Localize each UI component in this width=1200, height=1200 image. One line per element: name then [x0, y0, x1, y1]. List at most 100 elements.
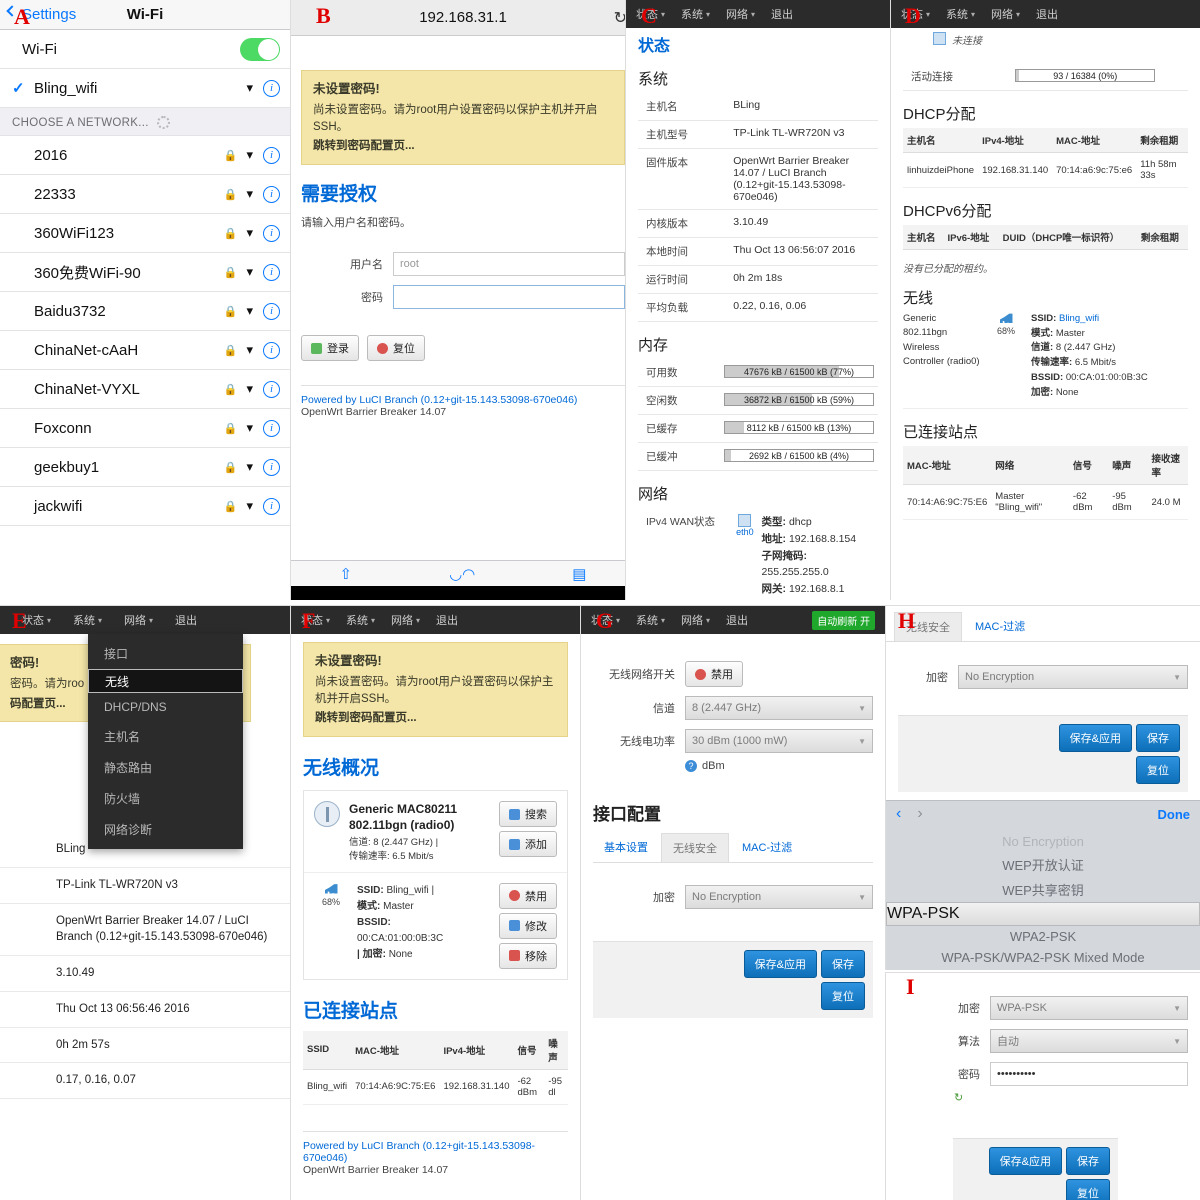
iface-action-禁用[interactable]: 禁用 [499, 882, 557, 909]
picker-option[interactable]: WPA2-PSK [886, 926, 1200, 947]
menu-item-1[interactable]: 系统 ▾ [681, 6, 710, 22]
picker-option[interactable]: WEP开放认证 [886, 852, 1200, 877]
info-icon[interactable]: i [263, 419, 280, 437]
luci-footer-link[interactable]: Powered by LuCI Branch (0.12+git-15.143.… [301, 394, 625, 406]
info-icon[interactable]: i [263, 146, 280, 164]
config-select[interactable]: 8 (2.447 GHz) ▼ [685, 696, 873, 720]
password-input[interactable]: •••••••••• [990, 1062, 1188, 1086]
save-apply-button[interactable]: 保存&应用 [743, 950, 817, 978]
tab-基本设置[interactable]: 基本设置 [593, 833, 659, 862]
encryption-select[interactable]: No Encryption ▼ [958, 665, 1188, 689]
config-select[interactable]: 30 dBm (1000 mW) ▼ [685, 729, 873, 753]
menu-item-1[interactable]: 系统 ▾ [636, 612, 665, 628]
dropdown-item[interactable]: 静态路由 [88, 752, 243, 783]
menu-item-2[interactable]: 网络 ▾ [991, 6, 1020, 22]
picker-option[interactable]: WPA-EAP [886, 968, 1200, 970]
tab-MAC-过滤[interactable]: MAC-过滤 [731, 833, 803, 862]
dropdown-item[interactable]: 无线 [88, 669, 243, 693]
list-item[interactable]: 360免费WiFi-90 🔒 ▾ i [0, 253, 290, 292]
info-icon[interactable]: i [263, 380, 280, 398]
iface-action-移除[interactable]: 移除 [499, 942, 557, 969]
help-icon[interactable]: ? [685, 760, 697, 772]
reset-button[interactable]: 复位 [1136, 756, 1180, 784]
info-icon[interactable]: i [263, 302, 280, 320]
refresh-icon[interactable]: ↻ [954, 1091, 1188, 1104]
picker-option[interactable]: No Encryption [886, 831, 1200, 852]
composite-screenshot: Settings Wi-Fi Wi-Fi ✓ Bling_wifi ▾ i CH… [0, 0, 1200, 1200]
menu-item-2[interactable]: 网络 ▾ [124, 612, 153, 628]
config-select[interactable]: WPA-PSK ▼ [990, 996, 1188, 1020]
list-item[interactable]: 2016 🔒 ▾ i [0, 136, 290, 175]
disable-wifi-button[interactable]: 禁用 [685, 661, 743, 687]
radio-action-添加[interactable]: 添加 [499, 831, 557, 858]
list-item[interactable]: Baidu3732 🔒 ▾ i [0, 292, 290, 331]
save-button[interactable]: 保存 [821, 950, 865, 978]
safari-address-bar[interactable]: 192.168.31.1 ↻ [291, 0, 635, 36]
info-icon[interactable]: i [263, 79, 280, 97]
picker-option[interactable]: WEP共享密钥 [886, 877, 1200, 902]
picker-next-icon[interactable]: › [917, 805, 922, 823]
info-icon[interactable]: i [263, 185, 280, 203]
tab-MAC-过滤[interactable]: MAC-过滤 [964, 612, 1036, 641]
picker-option[interactable]: WPA-PSK/WPA2-PSK Mixed Mode [886, 947, 1200, 968]
save-apply-button[interactable]: 保存&应用 [1058, 724, 1132, 752]
dropdown-item[interactable]: 网络诊断 [88, 814, 243, 845]
list-item[interactable]: ChinaNet-VYXL 🔒 ▾ i [0, 370, 290, 409]
password-config-link[interactable]: 跳转到密码配置页... [313, 138, 613, 155]
list-item[interactable]: 22333 🔒 ▾ i [0, 175, 290, 214]
menu-item-3[interactable]: 退出 [175, 612, 197, 628]
menu-item-2[interactable]: 网络 ▾ [681, 612, 710, 628]
menu-item-2[interactable]: 网络 ▾ [391, 612, 420, 628]
menu-item-1[interactable]: 系统 ▾ [346, 612, 375, 628]
marker-i: I [906, 974, 915, 999]
encryption-select[interactable]: No Encryption ▼ [685, 885, 873, 909]
save-button[interactable]: 保存 [1136, 724, 1180, 752]
dropdown-item[interactable]: 接口 [88, 638, 243, 669]
menu-item-1[interactable]: 系统 ▾ [73, 612, 102, 628]
list-item[interactable]: Foxconn 🔒 ▾ i [0, 409, 290, 448]
reset-button[interactable]: 复位 [367, 335, 425, 362]
radio-action-搜索[interactable]: 搜索 [499, 801, 557, 828]
dropdown-item[interactable]: DHCP/DNS [88, 693, 243, 721]
list-item[interactable]: ChinaNet-cAaH 🔒 ▾ i [0, 331, 290, 370]
encryption-picker-wheel[interactable]: No Encryption WEP开放认证 WEP共享密钥 WPA-PSK WPA2-P… [886, 827, 1200, 970]
tab-无线安全[interactable]: 无线安全 [661, 833, 729, 862]
list-item[interactable]: jackwifi 🔒 ▾ i [0, 487, 290, 526]
info-icon[interactable]: i [263, 224, 280, 242]
reset-button[interactable]: 复位 [1066, 1179, 1110, 1200]
menu-item-3[interactable]: 退出 [771, 6, 793, 22]
info-icon[interactable]: i [263, 497, 280, 515]
dropdown-item[interactable]: 防火墙 [88, 783, 243, 814]
luci-footer-link[interactable]: Powered by LuCI Branch (0.12+git-15.143.… [303, 1140, 568, 1164]
iface-action-修改[interactable]: 修改 [499, 912, 557, 939]
auto-refresh-button[interactable]: 自动刷新 开 [812, 610, 875, 630]
info-icon[interactable]: i [263, 263, 280, 281]
menu-item-2[interactable]: 网络 ▾ [726, 6, 755, 22]
save-apply-button[interactable]: 保存&应用 [988, 1147, 1062, 1175]
login-button[interactable]: 登录 [301, 335, 359, 362]
config-select[interactable]: 自动 ▼ [990, 1029, 1188, 1053]
list-item[interactable]: 360WiFi123 🔒 ▾ i [0, 214, 290, 253]
info-icon[interactable]: i [263, 458, 280, 476]
reset-button[interactable]: 复位 [821, 982, 865, 1010]
picker-done-button[interactable]: Done [1158, 807, 1191, 822]
bookmarks-icon[interactable]: ◡◠ [449, 565, 475, 583]
connected-network-row[interactable]: ✓ Bling_wifi ▾ i [0, 69, 290, 108]
tabs-icon[interactable]: ▤ [572, 565, 586, 583]
password-input[interactable] [393, 285, 625, 310]
password-config-link[interactable]: 跳转到密码配置页... [315, 710, 556, 727]
share-icon[interactable]: ⇧ [340, 565, 353, 583]
dropdown-item[interactable]: 主机名 [88, 721, 243, 752]
save-button[interactable]: 保存 [1066, 1147, 1110, 1175]
menu-item-3[interactable]: 退出 [436, 612, 458, 628]
menu-item-3[interactable]: 退出 [726, 612, 748, 628]
list-item[interactable]: geekbuy1 🔒 ▾ i [0, 448, 290, 487]
info-icon[interactable]: i [263, 341, 280, 359]
menu-item-3[interactable]: 退出 [1036, 6, 1058, 22]
picker-option[interactable]: WPA-PSK [886, 902, 1200, 926]
wifi-toggle-row[interactable]: Wi-Fi [0, 30, 290, 69]
wifi-toggle-switch[interactable] [240, 37, 280, 61]
menu-item-1[interactable]: 系统 ▾ [946, 6, 975, 22]
username-input[interactable]: root [393, 252, 625, 277]
picker-prev-icon[interactable]: ‹ [896, 805, 901, 823]
